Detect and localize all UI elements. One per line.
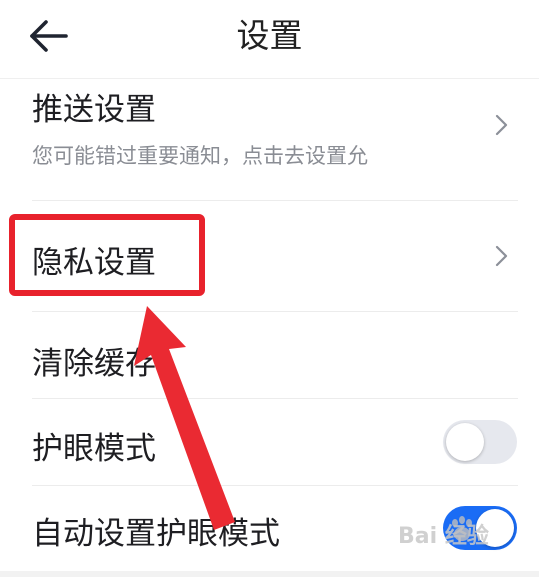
auto-eye-care-mode-label: 自动设置护眼模式 — [32, 516, 280, 552]
toggle-knob — [446, 423, 484, 461]
paw-logo-icon — [452, 516, 472, 541]
eye-care-mode-label: 护眼模式 — [32, 431, 156, 467]
top-bar: 设置 — [0, 0, 539, 79]
clear-cache-label: 清除缓存 — [32, 346, 156, 382]
bottom-edge — [0, 571, 539, 577]
chevron-right-icon — [495, 114, 508, 136]
chevron-right-icon — [495, 245, 508, 267]
page-title: 设置 — [236, 16, 303, 55]
push-settings-hint: 您可能错过重要通知，点击去设置允 — [32, 144, 368, 168]
eye-care-mode-toggle[interactable] — [443, 420, 517, 464]
push-settings-item[interactable]: 推送设置 您可能错过重要通知，点击去设置允 — [0, 78, 539, 200]
push-settings-label: 推送设置 — [32, 92, 156, 128]
eye-care-mode-item: 护眼模式 — [0, 399, 539, 485]
highlight-box — [9, 214, 205, 296]
clear-cache-item[interactable]: 清除缓存 — [0, 312, 539, 398]
